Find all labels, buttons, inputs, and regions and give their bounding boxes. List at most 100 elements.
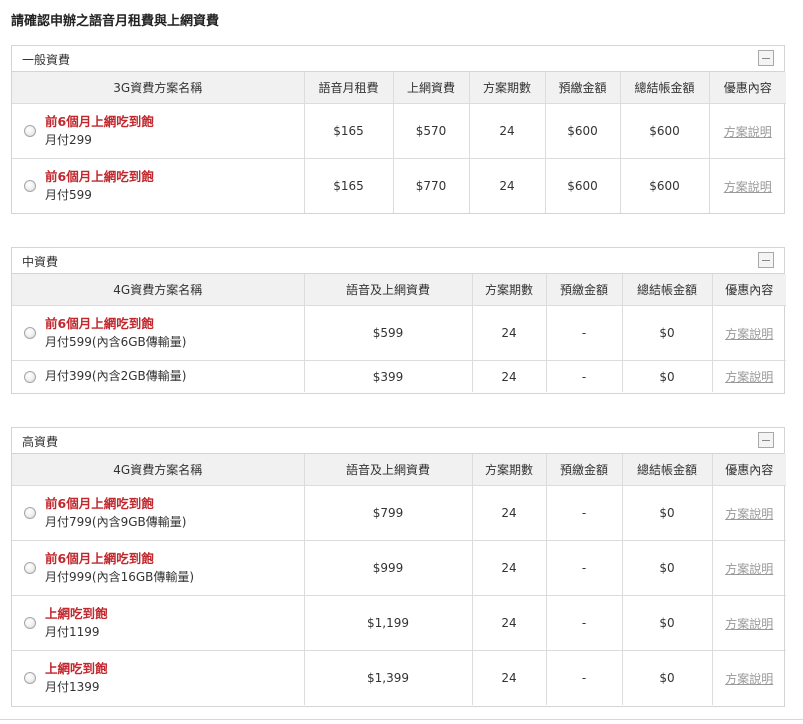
period-cell: 24 <box>472 595 547 651</box>
total-cell: $0 <box>622 595 713 651</box>
collapse-minus-icon[interactable] <box>758 50 774 66</box>
section-title: 中資費 <box>22 255 59 269</box>
total-cell: $0 <box>622 305 713 361</box>
total-cell: $0 <box>622 540 713 596</box>
plan-detail-link[interactable]: 方案說明 <box>725 370 773 384</box>
radio-button-icon[interactable] <box>24 562 36 574</box>
table-row: 前6個月上網吃到飽 月付999(內含16GB傳輸量) $999 24 - $0 … <box>12 540 786 596</box>
bottom-divider <box>0 719 803 720</box>
col-header-prepay: 預繳金額 <box>545 72 621 104</box>
section-header: 一般資費 <box>12 46 784 72</box>
radio-button-icon[interactable] <box>24 370 36 383</box>
period-cell: 24 <box>472 360 547 392</box>
plan-name-cell: 月付399(內含2GB傳輸量) <box>12 360 305 392</box>
plan-detail-link[interactable]: 方案說明 <box>725 617 773 631</box>
prepay-cell: - <box>546 305 623 361</box>
table-row: 上網吃到飽 月付1199 $1,199 24 - $0 方案說明 <box>12 595 786 651</box>
col-header-total: 總結帳金額 <box>620 72 710 104</box>
plan-detail-link[interactable]: 方案說明 <box>725 327 773 341</box>
plan-section-general: 一般資費 3G資費方案名稱 語音月租費 上網資費 方案期數 預繳金額 總結帳金額… <box>11 45 786 214</box>
prepay-cell: - <box>546 360 623 392</box>
total-cell: $0 <box>622 650 713 705</box>
table-row: 前6個月上網吃到飽 月付599 $165 $770 24 $600 $600 方… <box>12 158 786 214</box>
offer-cell: 方案說明 <box>712 485 786 541</box>
col-header-fee: 語音及上網資費 <box>304 274 473 306</box>
fee-cell: $1,199 <box>304 595 473 651</box>
table-header-row: 4G資費方案名稱 語音及上網資費 方案期數 預繳金額 總結帳金額 優惠內容 <box>12 274 786 306</box>
section-title: 一般資費 <box>22 53 71 67</box>
plan-label: 月付799(內含9GB傳輸量) <box>45 515 187 529</box>
radio-button-icon[interactable] <box>24 125 36 137</box>
collapse-minus-icon[interactable] <box>758 432 774 448</box>
promo-label: 前6個月上網吃到飽 <box>45 551 154 566</box>
page-title: 請確認申辦之語音月租費與上網資費 <box>11 14 220 29</box>
col-header-prepay: 預繳金額 <box>546 274 623 306</box>
table-row: 前6個月上網吃到飽 月付599(內含6GB傳輸量) $599 24 - $0 方… <box>12 305 786 361</box>
prepay-cell: - <box>546 485 623 541</box>
radio-button-icon[interactable] <box>24 617 36 629</box>
total-cell: $600 <box>620 103 710 159</box>
plan-label: 月付1199 <box>45 625 100 639</box>
fee-cell: $999 <box>304 540 473 596</box>
plan-label: 月付599 <box>45 188 92 202</box>
plan-name-cell: 上網吃到飽 月付1199 <box>12 595 305 651</box>
section-title: 高資費 <box>22 435 59 449</box>
plan-label: 月付999(內含16GB傳輸量) <box>45 570 195 584</box>
period-cell: 24 <box>472 540 547 596</box>
voice-fee-cell: $165 <box>304 103 394 159</box>
offer-cell: 方案說明 <box>712 595 786 651</box>
prepay-cell: - <box>546 650 623 705</box>
offer-cell: 方案說明 <box>712 651 786 706</box>
period-cell: 24 <box>472 650 547 705</box>
collapse-minus-icon[interactable] <box>758 252 774 268</box>
data-fee-cell: $770 <box>393 158 470 213</box>
table-row: 前6個月上網吃到飽 月付299 $165 $570 24 $600 $600 方… <box>12 103 786 159</box>
radio-button-icon[interactable] <box>24 507 36 519</box>
period-cell: 24 <box>472 305 547 361</box>
plan-label: 月付599(內含6GB傳輸量) <box>45 335 187 349</box>
col-header-data-fee: 上網資費 <box>393 72 470 104</box>
offer-cell: 方案說明 <box>712 540 786 596</box>
col-header-offer: 優惠內容 <box>712 274 786 306</box>
plan-label: 月付1399 <box>45 680 100 694</box>
offer-cell: 方案說明 <box>709 103 786 159</box>
period-cell: 24 <box>469 158 546 213</box>
plan-name-cell: 前6個月上網吃到飽 月付599(內含6GB傳輸量) <box>12 305 305 361</box>
col-header-total: 總結帳金額 <box>622 274 713 306</box>
prepay-cell: $600 <box>545 103 621 159</box>
prepay-cell: - <box>546 595 623 651</box>
plan-detail-link[interactable]: 方案說明 <box>724 180 772 194</box>
prepay-cell: $600 <box>545 158 621 213</box>
plan-label: 月付299 <box>45 133 92 147</box>
plan-detail-link[interactable]: 方案說明 <box>724 125 772 139</box>
plan-name-cell: 前6個月上網吃到飽 月付599 <box>12 158 305 213</box>
radio-button-icon[interactable] <box>24 672 36 684</box>
plan-section-mid: 中資費 4G資費方案名稱 語音及上網資費 方案期數 預繳金額 總結帳金額 優惠內… <box>11 247 786 394</box>
col-header-fee: 語音及上網資費 <box>304 454 473 486</box>
plan-table: 3G資費方案名稱 語音月租費 上網資費 方案期數 預繳金額 總結帳金額 優惠內容… <box>12 72 786 213</box>
col-header-voice-fee: 語音月租費 <box>304 72 394 104</box>
total-cell: $600 <box>620 158 710 213</box>
table-row: 前6個月上網吃到飽 月付799(內含9GB傳輸量) $799 24 - $0 方… <box>12 485 786 541</box>
radio-button-icon[interactable] <box>24 327 36 339</box>
promo-label: 上網吃到飽 <box>45 661 108 676</box>
col-header-plan-name: 4G資費方案名稱 <box>12 274 305 306</box>
table-row: 上網吃到飽 月付1399 $1,399 24 - $0 方案說明 <box>12 650 786 706</box>
promo-label: 前6個月上網吃到飽 <box>45 496 154 511</box>
total-cell: $0 <box>622 360 713 392</box>
plan-name-cell: 前6個月上網吃到飽 月付799(內含9GB傳輸量) <box>12 485 305 541</box>
plan-detail-link[interactable]: 方案說明 <box>725 562 773 576</box>
plan-detail-link[interactable]: 方案說明 <box>725 672 773 686</box>
fee-cell: $599 <box>304 305 473 361</box>
plan-name-cell: 上網吃到飽 月付1399 <box>12 650 305 705</box>
plan-detail-link[interactable]: 方案說明 <box>725 507 773 521</box>
offer-cell: 方案說明 <box>712 305 786 361</box>
plan-name-cell: 前6個月上網吃到飽 月付299 <box>12 103 305 159</box>
promo-label: 前6個月上網吃到飽 <box>45 316 154 331</box>
radio-button-icon[interactable] <box>24 180 36 192</box>
offer-cell: 方案說明 <box>712 361 786 393</box>
fee-cell: $399 <box>304 360 473 392</box>
col-header-period: 方案期數 <box>472 454 547 486</box>
offer-cell: 方案說明 <box>709 159 786 214</box>
plan-section-high: 高資費 4G資費方案名稱 語音及上網資費 方案期數 預繳金額 總結帳金額 優惠內… <box>11 427 786 707</box>
